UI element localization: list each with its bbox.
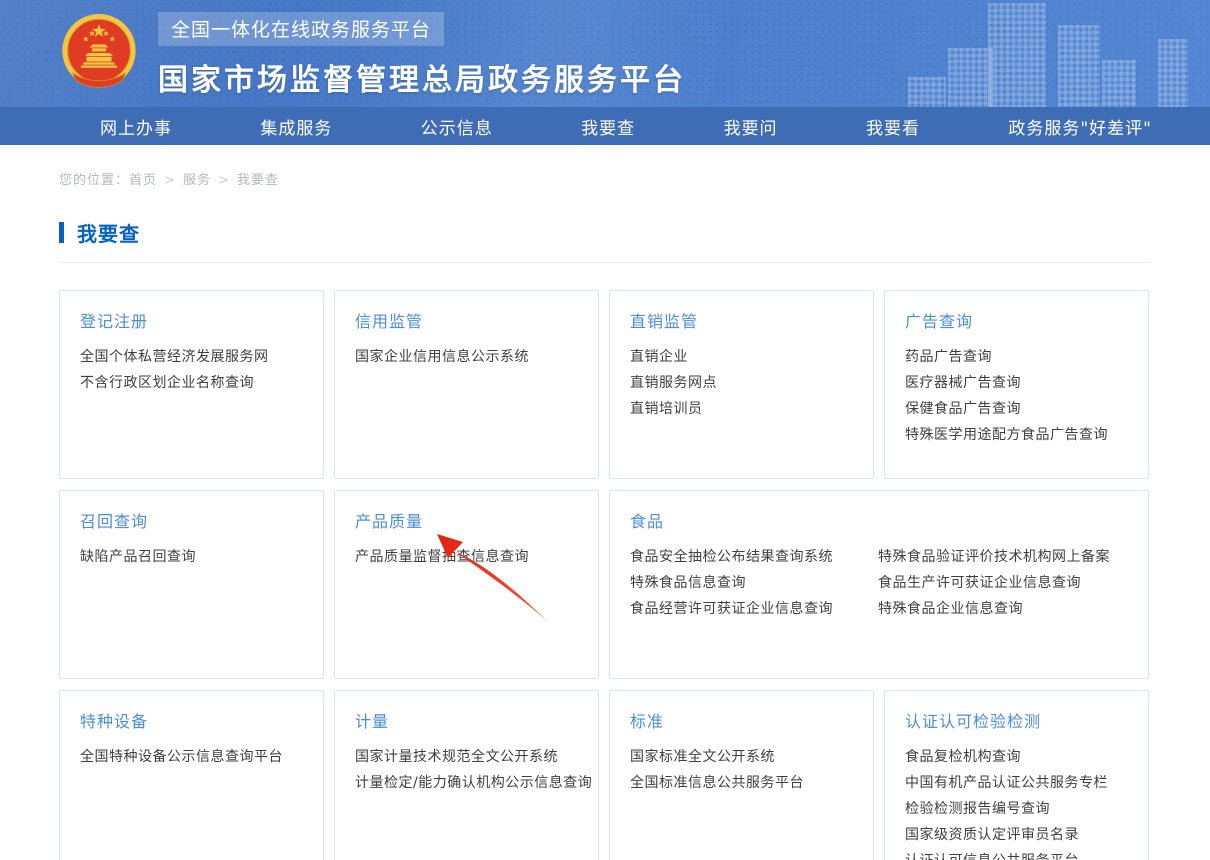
card-link[interactable]: 中国有机产品认证公共服务专栏 [905, 770, 1128, 796]
card-link[interactable]: 计量检定/能力确认机构公示信息查询 [355, 770, 578, 796]
card-links: 产品质量监督抽查信息查询 [355, 544, 578, 570]
site-header: 全国一体化在线政务服务平台 国家市场监督管理总局政务服务平台 [0, 0, 1210, 107]
card-link[interactable]: 特殊食品验证评价技术机构网上备案 [878, 544, 1128, 570]
card-link[interactable]: 食品安全抽检公布结果查询系统 [630, 544, 878, 570]
card-links: 国家计量技术规范全文公开系统计量检定/能力确认机构公示信息查询 [355, 744, 578, 796]
breadcrumb: 您的位置：首页 > 服务 > 我要查 [59, 169, 1151, 188]
service-card: 计量国家计量技术规范全文公开系统计量检定/能力确认机构公示信息查询 [334, 690, 599, 860]
service-card: 召回查询缺陷产品召回查询 [59, 490, 324, 679]
card-link[interactable]: 产品质量监督抽查信息查询 [355, 544, 578, 570]
page-title: 我要查 [77, 218, 140, 247]
section-divider [59, 262, 1151, 263]
nav-item-3[interactable]: 公示信息 [421, 114, 493, 139]
card-link[interactable]: 直销培训员 [630, 396, 853, 422]
breadcrumb-prefix: 您的位置： [59, 173, 129, 188]
service-card: 登记注册全国个体私营经济发展服务网不含行政区划企业名称查询 [59, 290, 324, 479]
card-title[interactable]: 计量 [355, 708, 578, 732]
card-link[interactable]: 特殊医学用途配方食品广告查询 [905, 422, 1128, 448]
card-link[interactable]: 国家企业信用信息公示系统 [355, 344, 578, 370]
nav-item-5[interactable]: 我要问 [724, 114, 778, 139]
card-link[interactable]: 国家级资质认定评审员名录 [905, 822, 1128, 848]
nav-item-7[interactable]: 政务服务"好差评" [1008, 114, 1152, 139]
card-link[interactable]: 缺陷产品召回查询 [80, 544, 303, 570]
service-cards-grid: 登记注册全国个体私营经济发展服务网不含行政区划企业名称查询信用监管国家企业信用信… [59, 290, 1151, 860]
nav-item-6[interactable]: 我要看 [866, 114, 920, 139]
service-card: 广告查询药品广告查询医疗器械广告查询保健食品广告查询特殊医学用途配方食品广告查询 [884, 290, 1149, 479]
card-links: 国家企业信用信息公示系统 [355, 344, 578, 370]
page-content: 您的位置：首页 > 服务 > 我要查 我要查 登记注册全国个体私营经济发展服务网不含行政… [59, 169, 1151, 860]
card-link[interactable]: 直销服务网点 [630, 370, 853, 396]
card-links: 全国个体私营经济发展服务网不含行政区划企业名称查询 [80, 344, 303, 396]
card-title[interactable]: 信用监管 [355, 308, 578, 332]
card-title[interactable]: 特种设备 [80, 708, 303, 732]
card-links: 药品广告查询医疗器械广告查询保健食品广告查询特殊医学用途配方食品广告查询 [905, 344, 1128, 448]
card-link[interactable]: 国家计量技术规范全文公开系统 [355, 744, 578, 770]
card-link[interactable]: 食品经营许可获证企业信息查询 [630, 596, 878, 622]
card-link[interactable]: 不含行政区划企业名称查询 [80, 370, 303, 396]
card-link[interactable]: 特殊食品信息查询 [630, 570, 878, 596]
card-links: 食品复检机构查询中国有机产品认证公共服务专栏检验检测报告编号查询国家级资质认定评… [905, 744, 1128, 860]
card-link[interactable]: 特殊食品企业信息查询 [878, 596, 1128, 622]
card-link[interactable]: 保健食品广告查询 [905, 396, 1128, 422]
card-links: 国家标准全文公开系统全国标准信息公共服务平台 [630, 744, 853, 796]
card-link[interactable]: 食品复检机构查询 [905, 744, 1128, 770]
card-title[interactable]: 登记注册 [80, 308, 303, 332]
card-column: 特殊食品验证评价技术机构网上备案食品生产许可获证企业信息查询特殊食品企业信息查询 [878, 544, 1128, 622]
card-link[interactable]: 国家标准全文公开系统 [630, 744, 853, 770]
breadcrumb-separator: > [218, 173, 230, 188]
service-card: 直销监管直销企业直销服务网点直销培训员 [609, 290, 874, 479]
card-links: 全国特种设备公示信息查询平台 [80, 744, 303, 770]
card-title[interactable]: 直销监管 [630, 308, 853, 332]
card-columns: 食品安全抽检公布结果查询系统特殊食品信息查询食品经营许可获证企业信息查询特殊食品… [630, 544, 1128, 622]
service-card: 标准国家标准全文公开系统全国标准信息公共服务平台 [609, 690, 874, 860]
platform-label: 全国一体化在线政务服务平台 [158, 12, 444, 46]
card-link[interactable]: 检验检测报告编号查询 [905, 796, 1128, 822]
card-link[interactable]: 直销企业 [630, 344, 853, 370]
service-card: 食品食品安全抽检公布结果查询系统特殊食品信息查询食品经营许可获证企业信息查询特殊… [609, 490, 1149, 679]
breadcrumb-item-1[interactable]: 首页 [129, 173, 157, 188]
nav-item-4[interactable]: 我要查 [581, 114, 635, 139]
site-title: 国家市场监督管理总局政务服务平台 [158, 55, 686, 99]
card-title[interactable]: 认证认可检验检测 [905, 708, 1128, 732]
section-accent-bar [59, 222, 64, 243]
card-links: 直销企业直销服务网点直销培训员 [630, 344, 853, 422]
card-title[interactable]: 食品 [630, 508, 1128, 532]
card-link[interactable]: 全国特种设备公示信息查询平台 [80, 744, 303, 770]
card-links: 缺陷产品召回查询 [80, 544, 303, 570]
card-column: 食品安全抽检公布结果查询系统特殊食品信息查询食品经营许可获证企业信息查询 [630, 544, 878, 622]
nav-item-1[interactable]: 网上办事 [100, 114, 172, 139]
main-nav: 网上办事 集成服务 公示信息 我要查 我要问 我要看 政务服务"好差评" [0, 107, 1210, 145]
card-link[interactable]: 认证认可信息公共服务平台 [905, 848, 1128, 860]
breadcrumb-item-2[interactable]: 服务 [183, 173, 211, 188]
section-head: 我要查 [59, 218, 1151, 247]
card-title[interactable]: 产品质量 [355, 508, 578, 532]
card-title[interactable]: 标准 [630, 708, 853, 732]
service-card: 特种设备全国特种设备公示信息查询平台 [59, 690, 324, 860]
national-emblem-logo [60, 6, 138, 100]
service-card: 产品质量产品质量监督抽查信息查询 [334, 490, 599, 679]
card-title[interactable]: 广告查询 [905, 308, 1128, 332]
card-link[interactable]: 医疗器械广告查询 [905, 370, 1128, 396]
service-card: 信用监管国家企业信用信息公示系统 [334, 290, 599, 479]
breadcrumb-item-3[interactable]: 我要查 [237, 173, 279, 188]
card-link[interactable]: 食品生产许可获证企业信息查询 [878, 570, 1128, 596]
service-card: 认证认可检验检测食品复检机构查询中国有机产品认证公共服务专栏检验检测报告编号查询… [884, 690, 1149, 860]
card-link[interactable]: 全国标准信息公共服务平台 [630, 770, 853, 796]
card-link[interactable]: 全国个体私营经济发展服务网 [80, 344, 303, 370]
breadcrumb-separator: > [164, 173, 176, 188]
card-title[interactable]: 召回查询 [80, 508, 303, 532]
card-link[interactable]: 药品广告查询 [905, 344, 1128, 370]
nav-item-2[interactable]: 集成服务 [260, 114, 332, 139]
